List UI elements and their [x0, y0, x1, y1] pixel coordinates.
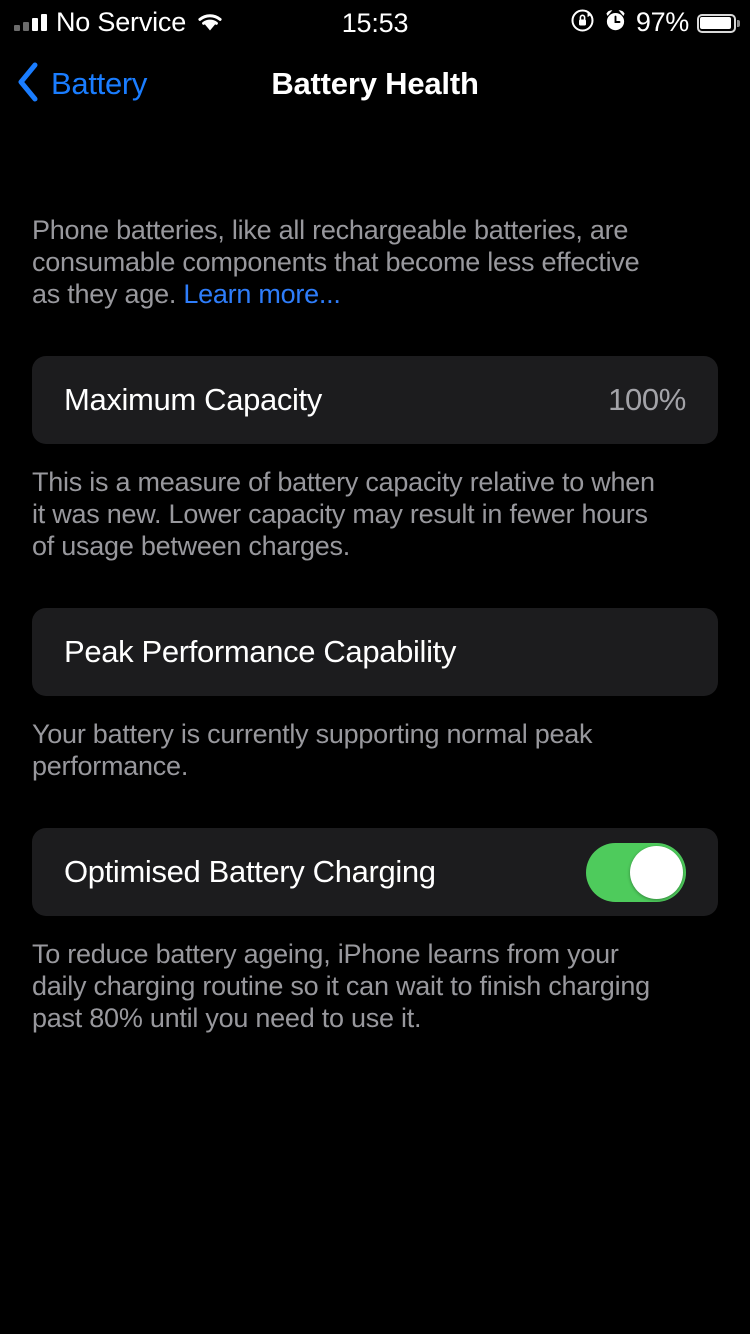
alarm-clock-icon: [603, 8, 628, 38]
optimised-charging-toggle[interactable]: [586, 842, 686, 902]
optimised-charging-label: Optimised Battery Charging: [64, 854, 436, 889]
status-bar-right: 97%: [570, 6, 740, 39]
navigation-bar: Battery Battery Health: [0, 46, 750, 122]
maximum-capacity-label: Maximum Capacity: [64, 382, 322, 417]
maximum-capacity-value: 100%: [608, 382, 686, 417]
rotation-lock-icon: [570, 8, 595, 38]
optimised-charging-row[interactable]: Optimised Battery Charging: [32, 828, 718, 916]
page-title: Battery Health: [271, 66, 479, 101]
peak-performance-footnote: Your battery is currently supporting nor…: [32, 719, 593, 781]
peak-performance-row[interactable]: Peak Performance Capability: [32, 608, 718, 696]
battery-full-icon: [697, 13, 740, 33]
battery-health-content: Phone batteries, like all rechargeable b…: [0, 214, 750, 1034]
toggle-knob: [630, 845, 683, 899]
status-bar: No Service 15:53 97%: [0, 0, 750, 46]
intro-paragraph: Phone batteries, like all rechargeable b…: [32, 214, 658, 310]
peak-performance-label: Peak Performance Capability: [64, 634, 457, 669]
learn-more-link[interactable]: Learn more...: [183, 279, 341, 309]
maximum-capacity-footnote: This is a measure of battery capacity re…: [32, 467, 655, 561]
maximum-capacity-row[interactable]: Maximum Capacity 100%: [32, 356, 718, 444]
battery-percentage-label: 97%: [635, 6, 689, 37]
optimised-charging-footnote: To reduce battery ageing, iPhone learns …: [32, 939, 650, 1033]
